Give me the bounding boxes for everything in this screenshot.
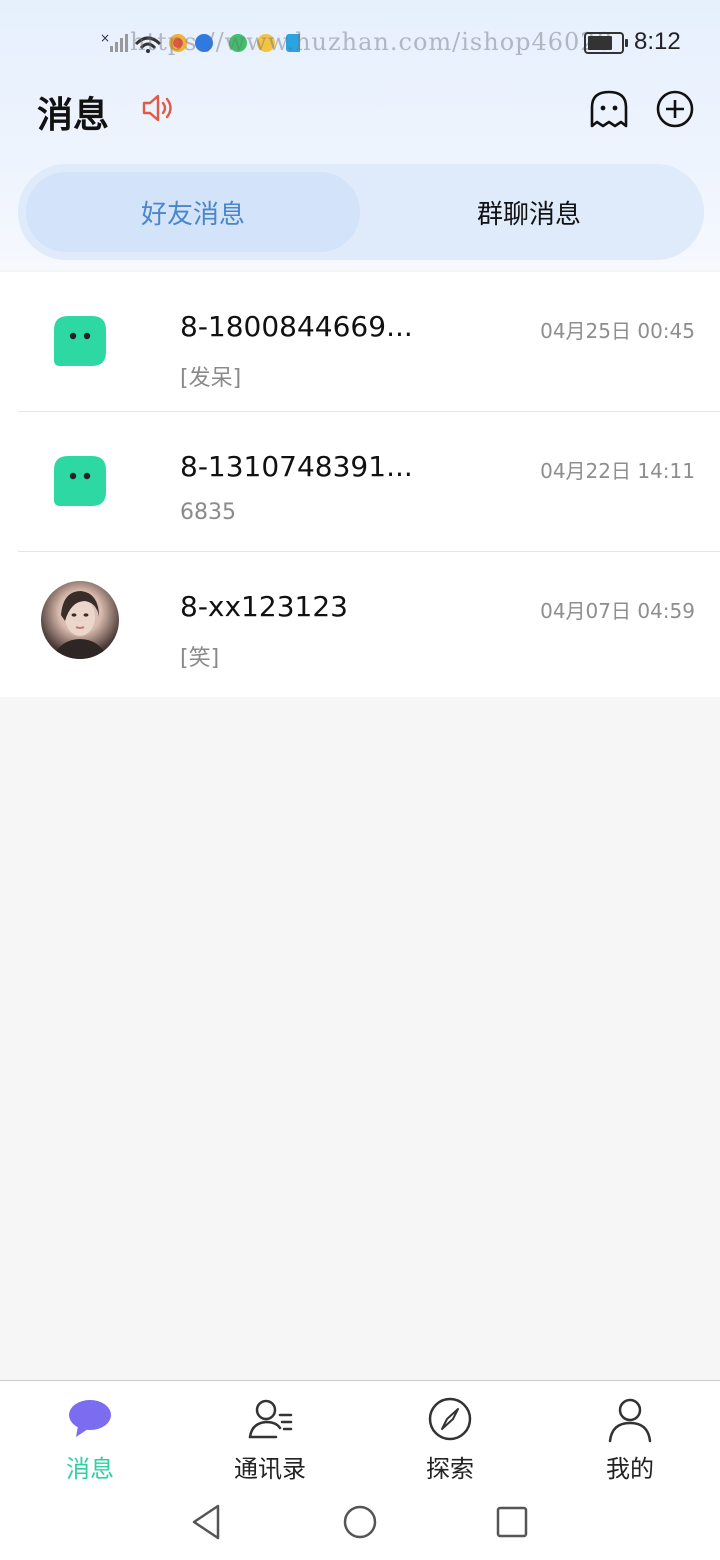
watermark-url: https://www.huzhan.com/ishop46028 — [130, 28, 613, 56]
user-photo — [41, 581, 119, 659]
nav-messages[interactable]: 消息 — [0, 1389, 180, 1489]
chat-bubble-icon — [69, 1400, 111, 1437]
header: 消息 — [0, 80, 720, 140]
add-icon[interactable] — [654, 88, 696, 130]
nav-explore[interactable]: 探索 — [360, 1389, 540, 1489]
message-time: 04月07日 04:59 — [540, 599, 695, 623]
contacts-icon — [248, 1399, 293, 1439]
message-preview: 6835 — [180, 500, 236, 525]
message-preview: [笑] — [180, 646, 220, 671]
ghost-icon[interactable] — [588, 88, 630, 130]
tab-friend-messages[interactable]: 好友消息 — [26, 172, 360, 252]
compass-icon — [428, 1397, 472, 1441]
nav-label: 我的 — [606, 1455, 654, 1483]
conversation-row[interactable]: 8-xx123123 [笑] 04月07日 04:59 — [0, 552, 720, 692]
contact-name: 8-1310748391... — [180, 450, 413, 483]
svg-text:×: × — [100, 31, 110, 45]
status-time: 8:12 — [634, 28, 681, 55]
nav-label: 消息 — [66, 1455, 114, 1483]
message-time: 04月22日 14:11 — [540, 459, 695, 483]
tab-group-messages[interactable]: 群聊消息 — [362, 172, 696, 252]
avatar — [41, 581, 121, 661]
message-time: 04月25日 00:45 — [540, 319, 695, 343]
message-tabs: 好友消息 群聊消息 — [18, 164, 704, 260]
profile-icon — [608, 1398, 652, 1443]
contact-name: 8-1800844669... — [180, 310, 413, 343]
conversation-list: 8-1800844669... [发呆] 04月25日 00:45 8-1310… — [0, 272, 720, 697]
contact-name: 8-xx123123 — [180, 590, 348, 623]
chat-bot-avatar-icon — [54, 316, 106, 366]
chat-bot-avatar-icon — [54, 456, 106, 506]
nav-label: 通讯录 — [234, 1455, 306, 1483]
conversation-row[interactable]: 8-1800844669... [发呆] 04月25日 00:45 — [0, 272, 720, 412]
back-icon[interactable] — [186, 1502, 226, 1542]
page-title: 消息 — [37, 95, 110, 136]
speaker-icon[interactable] — [140, 92, 176, 124]
nav-contacts[interactable]: 通讯录 — [180, 1389, 360, 1489]
system-navigation — [0, 1490, 720, 1550]
nav-profile[interactable]: 我的 — [540, 1389, 720, 1489]
status-bar: × https://www.huzhan.com/ishop46028 8:12 — [0, 22, 720, 64]
nav-label: 探索 — [426, 1455, 474, 1483]
conversation-row[interactable]: 8-1310748391... 6835 04月22日 14:11 — [0, 412, 720, 552]
home-icon[interactable] — [340, 1502, 380, 1542]
message-preview: [发呆] — [180, 366, 242, 391]
avatar — [40, 304, 120, 384]
recents-icon[interactable] — [492, 1502, 532, 1542]
avatar — [40, 444, 120, 524]
battery-icon — [584, 32, 628, 54]
